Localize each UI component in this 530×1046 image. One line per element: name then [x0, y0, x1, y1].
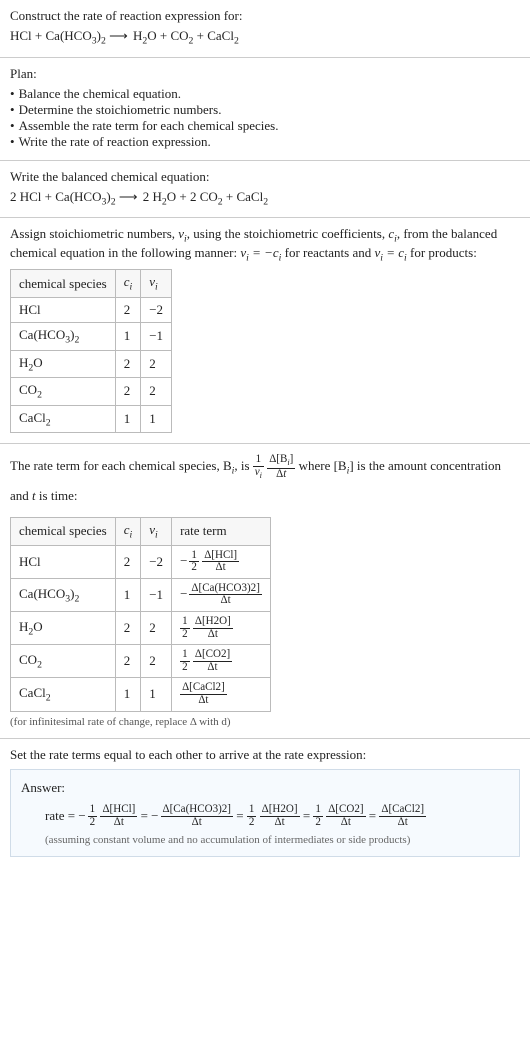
fraction: Δ[Bi]Δt	[267, 454, 295, 480]
plan-item: •Determine the stoichiometric numbers.	[10, 102, 520, 118]
section-prompt: Construct the rate of reaction expressio…	[0, 0, 530, 58]
table-header-row: chemical species ci vi	[11, 270, 172, 298]
bullet-icon: •	[10, 102, 15, 117]
col-species: chemical species	[11, 270, 116, 298]
section-balanced: Write the balanced chemical equation: 2 …	[0, 161, 530, 219]
col-vi: vi	[141, 517, 172, 545]
balanced-equation: 2 HCl + Ca(HCO3)2 ⟶ 2 H2O + 2 CO2 + CaCl…	[10, 189, 520, 208]
plan-item: •Write the rate of reaction expression.	[10, 134, 520, 150]
prompt-title: Construct the rate of reaction expressio…	[10, 8, 520, 24]
col-vi: vi	[141, 270, 172, 298]
section-rate-terms: The rate term for each chemical species,…	[0, 444, 530, 738]
rate-term-cell: 12 Δ[CO2]Δt	[172, 645, 271, 678]
table-row: CaCl211 Δ[CaCl2]Δt	[11, 678, 271, 711]
table-row: CO222	[11, 378, 172, 406]
rate-terms-table: chemical species ci vi rate term HCl2−2 …	[10, 517, 271, 712]
table-row: Ca(HCO3)21−1 −Δ[Ca(HCO3)2]Δt	[11, 578, 271, 611]
bullet-icon: •	[10, 118, 15, 133]
table-row: CaCl211	[11, 405, 172, 433]
col-ci: ci	[115, 517, 141, 545]
table-row: Ca(HCO3)21−1	[11, 322, 172, 350]
rate-term-cell: −Δ[Ca(HCO3)2]Δt	[172, 578, 271, 611]
col-species: chemical species	[11, 517, 116, 545]
answer-box: Answer: rate = −12 Δ[HCl]Δt = −Δ[Ca(HCO3…	[10, 769, 520, 858]
table-row: HCl2−2	[11, 297, 172, 322]
col-rate: rate term	[172, 517, 271, 545]
plan-title: Plan:	[10, 66, 520, 82]
table-row: H2O22 12 Δ[H2O]Δt	[11, 611, 271, 644]
arrow-icon: ⟶	[119, 189, 143, 204]
assumption-note: (assuming constant volume and no accumul…	[21, 834, 509, 846]
bullet-icon: •	[10, 86, 15, 101]
rate-expression-title: Set the rate terms equal to each other t…	[10, 747, 520, 763]
table-header-row: chemical species ci vi rate term	[11, 517, 271, 545]
balanced-title: Write the balanced chemical equation:	[10, 169, 520, 185]
stoich-intro: Assign stoichiometric numbers, vi, using…	[10, 226, 520, 263]
plan-item: •Assemble the rate term for each chemica…	[10, 118, 520, 134]
bullet-icon: •	[10, 134, 15, 149]
unbalanced-equation: HCl + Ca(HCO3)2 ⟶ H2O + CO2 + CaCl2	[10, 28, 520, 47]
section-answer: Set the rate terms equal to each other t…	[0, 739, 530, 868]
section-plan: Plan: •Balance the chemical equation. •D…	[0, 58, 530, 161]
plan-item: •Balance the chemical equation.	[10, 86, 520, 102]
rate-term-intro: The rate term for each chemical species,…	[10, 452, 520, 511]
answer-label: Answer:	[21, 780, 509, 796]
section-stoich: Assign stoichiometric numbers, vi, using…	[0, 218, 530, 444]
fraction: 1vi	[253, 454, 264, 480]
rate-term-cell: 12 Δ[H2O]Δt	[172, 611, 271, 644]
stoich-table: chemical species ci vi HCl2−2 Ca(HCO3)21…	[10, 269, 172, 433]
col-ci: ci	[115, 270, 141, 298]
table-row: H2O22	[11, 350, 172, 378]
table-row: CO222 12 Δ[CO2]Δt	[11, 645, 271, 678]
rate-expression: rate = −12 Δ[HCl]Δt = −Δ[Ca(HCO3)2]Δt = …	[21, 802, 509, 831]
rate-term-cell: −12 Δ[HCl]Δt	[172, 545, 271, 578]
plan-list: •Balance the chemical equation. •Determi…	[10, 86, 520, 150]
table-row: HCl2−2 −12 Δ[HCl]Δt	[11, 545, 271, 578]
delta-note: (for infinitesimal rate of change, repla…	[10, 716, 520, 728]
arrow-icon: ⟶	[109, 28, 133, 43]
rate-term-cell: Δ[CaCl2]Δt	[172, 678, 271, 711]
